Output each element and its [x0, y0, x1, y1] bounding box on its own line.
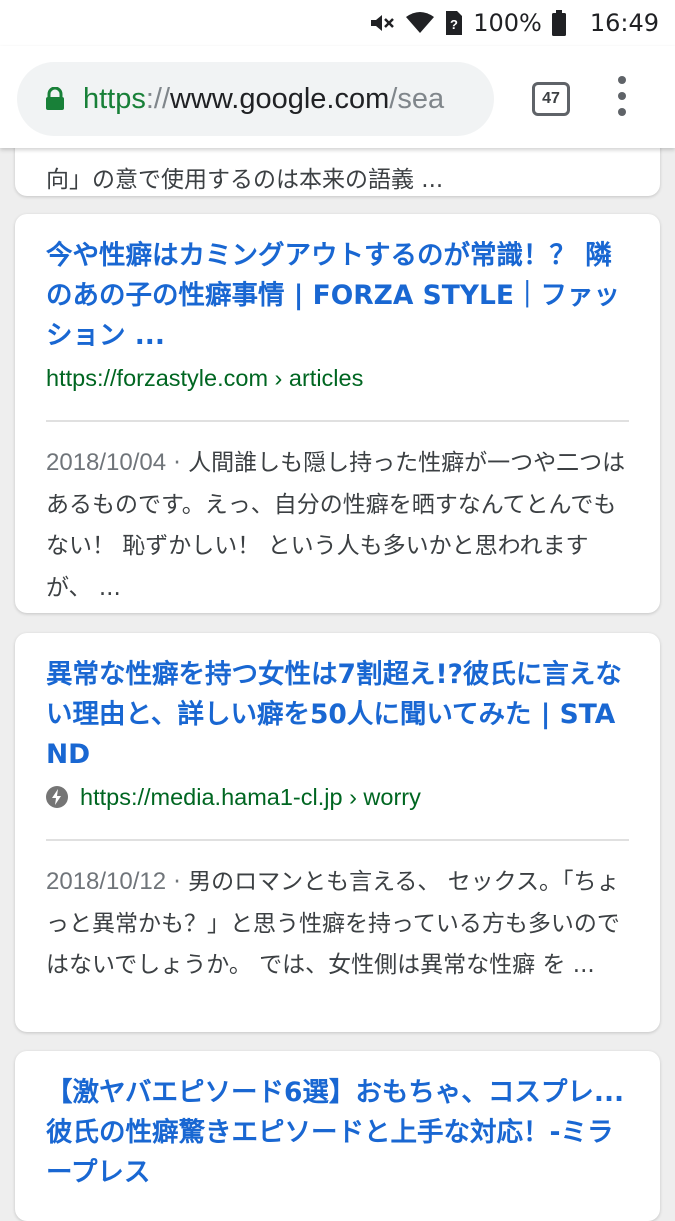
battery-icon: [551, 10, 566, 36]
result-snippet: 2018/10/04 · 人間誰しも隠し持った性癖が一つや二つはあるものです。え…: [46, 422, 629, 609]
status-bar: ? 100% 16:49: [0, 0, 675, 46]
result-title-link[interactable]: 【激ヤバエピソード6選】おもちゃ、コスプレ...彼氏の性癖驚きエピソードと上手な…: [46, 1051, 629, 1193]
url-path: /sea: [389, 82, 445, 115]
url-host: www.google.com: [170, 82, 390, 115]
url-scheme: https: [83, 82, 146, 115]
url-separator: ://: [145, 82, 171, 115]
status-icons: ? 100% 16:49: [369, 6, 659, 40]
wifi-icon: [405, 11, 435, 35]
browser-toolbar: https://www.google.com/sea 47: [0, 46, 675, 148]
tab-count: 47: [542, 90, 560, 107]
mute-icon: [369, 11, 395, 35]
result-date: 2018/10/12: [46, 868, 167, 895]
address-bar[interactable]: https://www.google.com/sea: [17, 62, 494, 136]
date-separator: ·: [166, 869, 189, 895]
result-card[interactable]: 今や性癖はカミングアウトするのが常識！？ 隣のあの子の性癖事情 | FORZA …: [15, 214, 660, 613]
result-url-text: https://forzastyle.com › articles: [46, 364, 364, 391]
tab-switcher-button[interactable]: 47: [532, 82, 570, 116]
result-url-text: https://media.hama1-cl.jp › worry: [80, 783, 421, 810]
status-time: 16:49: [589, 9, 659, 37]
menu-dot: [618, 76, 626, 84]
amp-lightning-icon: [46, 786, 68, 808]
result-snippet: 向」の意で使用するのは本来の語義 ...: [46, 167, 444, 193]
url-text[interactable]: https://www.google.com/sea: [83, 83, 444, 116]
result-url[interactable]: https://forzastyle.com › articles: [46, 358, 629, 398]
menu-dot: [618, 108, 626, 116]
result-url[interactable]: https://media.hama1-cl.jp › worry: [46, 777, 629, 817]
menu-dot: [618, 92, 626, 100]
result-title-link[interactable]: 今や性癖はカミングアウトするのが常識！？ 隣のあの子の性癖事情 | FORZA …: [46, 214, 629, 356]
result-card[interactable]: 【激ヤバエピソード6選】おもちゃ、コスプレ...彼氏の性癖驚きエピソードと上手な…: [15, 1051, 660, 1221]
result-snippet: 2018/10/12 · 男のロマンとも言える、 セックス。「ちょっと異常かも？…: [46, 841, 629, 987]
result-card[interactable]: 異常な性癖を持つ女性は7割超え!?彼氏に言えない理由と、詳しい癖を50人に聞いて…: [15, 633, 660, 1032]
no-sim-icon: ?: [445, 10, 463, 36]
date-separator: ·: [166, 450, 189, 476]
result-title-link[interactable]: 異常な性癖を持つ女性は7割超え!?彼氏に言えない理由と、詳しい癖を50人に聞いて…: [46, 633, 629, 775]
more-vert-icon[interactable]: [608, 76, 636, 116]
lock-icon[interactable]: [45, 87, 65, 111]
battery-percent: 100%: [473, 9, 542, 37]
result-date: 2018/10/04: [46, 449, 167, 476]
svg-text:?: ?: [450, 17, 458, 32]
